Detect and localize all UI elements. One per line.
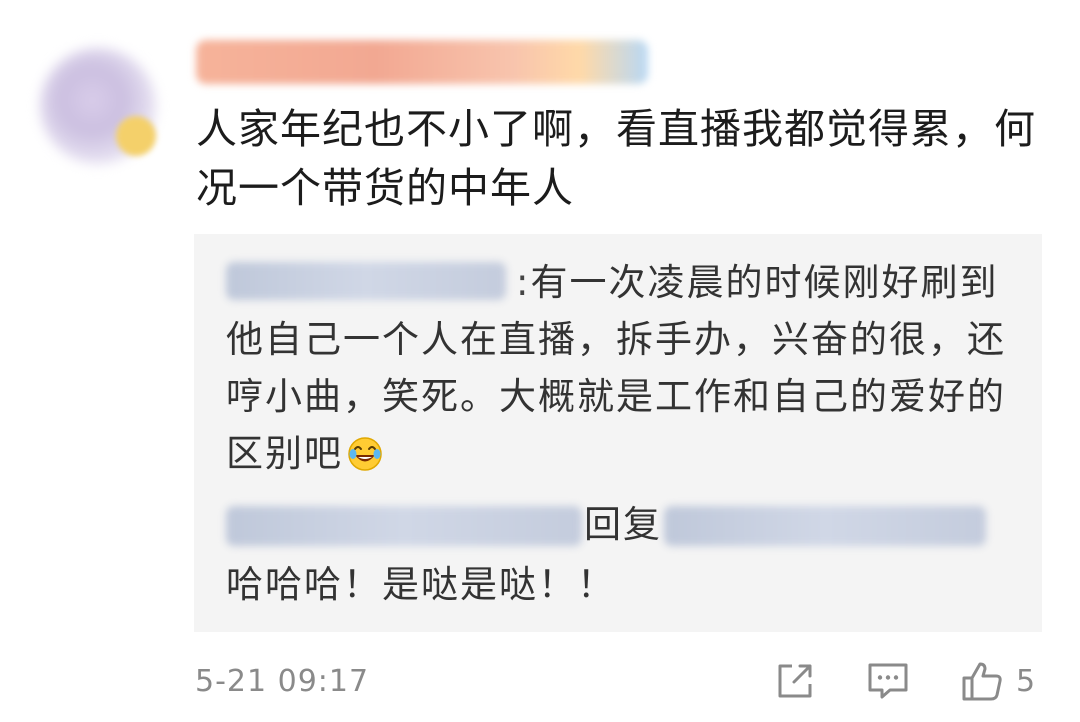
comment-icon xyxy=(868,663,908,699)
reply-item: :有一次凌晨的时候刚好刷到他自己一个人在直播，拆手办，兴奋的很，还哼小曲，笑死。… xyxy=(226,254,1016,482)
share-icon xyxy=(778,664,812,698)
comment-button[interactable] xyxy=(866,658,910,704)
reply-author-blurred[interactable] xyxy=(226,506,582,546)
like-count: 5 xyxy=(1016,663,1036,699)
reply-label: 回复 xyxy=(584,503,662,546)
reply-text: 有一次凌晨的时候刚好刷到他自己一个人在直播，拆手办，兴奋的很，还哼小曲，笑死。大… xyxy=(226,261,1006,475)
reply-target-blurred[interactable] xyxy=(664,506,986,546)
share-button[interactable] xyxy=(774,658,816,704)
timestamp: 5-21 09:17 xyxy=(195,664,370,699)
comment-text: 人家年纪也不小了啊，看直播我都觉得累，何况一个带货的中年人 xyxy=(196,105,1036,212)
username-blurred[interactable] xyxy=(196,40,648,84)
avatar-badge xyxy=(116,116,156,156)
laughing-tears-emoji xyxy=(348,437,382,471)
like-icon xyxy=(962,662,1002,701)
reply-text: 哈哈哈！是哒是哒！！ xyxy=(226,563,616,606)
reply-colon: : xyxy=(516,261,531,304)
like-button[interactable]: 5 xyxy=(960,658,1035,704)
